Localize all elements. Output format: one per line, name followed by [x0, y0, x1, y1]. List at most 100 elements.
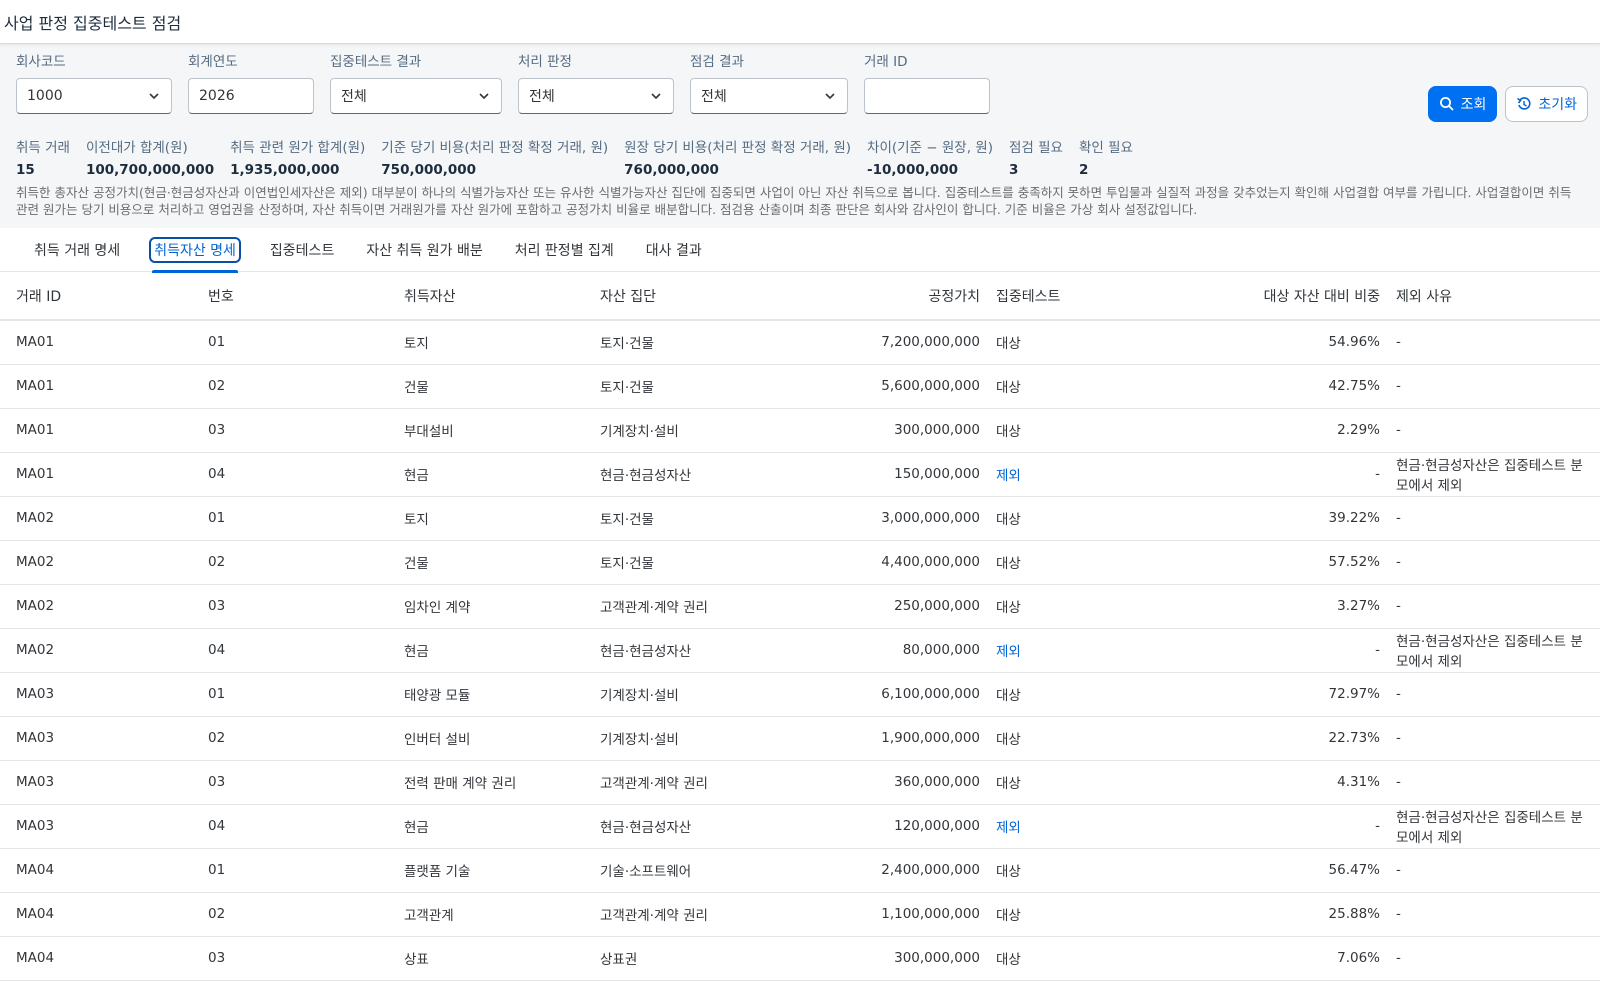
tab-cost-allocation[interactable]: 자산 취득 원가 배분 [366, 228, 482, 272]
table-cell: 고객관계·계약 권리 [592, 760, 788, 805]
table-row[interactable]: MA01 04 현금 현금·현금성자산 150,000,000 제외 - 현금·현금성자산은 … [0, 452, 1600, 497]
kpi-label: 차이(기준 − 원장, 원) [867, 140, 993, 156]
table-cell: 대상 [988, 716, 1188, 761]
table-cell: 03 [200, 584, 396, 629]
tab-treatment-summary[interactable]: 처리 판정별 집계 [515, 228, 614, 272]
table-cell: - [1388, 320, 1600, 365]
table-cell: MA04 [0, 892, 200, 937]
table-cell: 현금·현금성자산 [592, 628, 788, 673]
table-cell: 기계장치·설비 [592, 672, 788, 717]
table-cell: 태양광 모듈 [396, 672, 592, 717]
table-row[interactable]: MA02 01 토지 토지·건물 3,000,000,000 대상 39.22% - [0, 496, 1600, 541]
filter-treatment: 처리 판정 전체 [518, 52, 674, 128]
table-cell: - [1388, 760, 1600, 805]
action-buttons: 조회 초기화 [1427, 86, 1588, 122]
table-row[interactable]: MA01 03 부대설비 기계장치·설비 300,000,000 대상 2.29% - [0, 408, 1600, 453]
table-cell: 300,000,000 [788, 936, 988, 981]
table-row[interactable]: MA04 01 플랫폼 기술 기술·소프트웨어 2,400,000,000 대상 56.47… [0, 848, 1600, 893]
table-cell: MA03 [0, 672, 200, 717]
column-header[interactable]: 번호 [200, 272, 396, 321]
table-cell: 4,400,000,000 [788, 540, 988, 585]
fiscal-year-label: 회계연도 [188, 54, 238, 70]
column-header[interactable]: 제외 사유 [1388, 272, 1600, 321]
column-header[interactable]: 공정가치 [788, 272, 988, 321]
table-cell: - [1388, 672, 1600, 717]
table-row[interactable]: MA02 03 임차인 계약 고객관계·계약 권리 250,000,000 대상 3.27%… [0, 584, 1600, 629]
table-cell: 대상 [988, 496, 1188, 541]
conc-test-select[interactable]: 전체 [330, 78, 502, 114]
kpi-item: 취득 관련 원가 합계(원) 1,935,000,000 [230, 138, 365, 184]
table-cell: MA03 [0, 804, 200, 849]
table-cell: 02 [200, 892, 396, 937]
table-cell: 150,000,000 [788, 452, 988, 497]
tab-acquired-assets[interactable]: 취득자산 명세 [149, 228, 241, 273]
table-cell: 56.47% [1188, 848, 1388, 893]
table-row[interactable]: MA02 02 건물 토지·건물 4,400,000,000 대상 57.52% - [0, 540, 1600, 585]
table-row[interactable]: MA03 02 인버터 설비 기계장치·설비 1,900,000,000 대상 22.73%… [0, 716, 1600, 761]
table-cell: 7,200,000,000 [788, 320, 988, 365]
table-cell: 고객관계·계약 권리 [592, 584, 788, 629]
table-row[interactable]: MA01 01 토지 토지·건물 7,200,000,000 대상 54.96% - [0, 320, 1600, 365]
kpi-item: 점검 필요 3 [1009, 138, 1063, 184]
table-row[interactable]: MA01 02 건물 토지·건물 5,600,000,000 대상 42.75% - [0, 364, 1600, 409]
table-cell: 대상 [988, 320, 1188, 365]
table-cell: 25.88% [1188, 892, 1388, 937]
table-row[interactable]: MA03 03 전력 판매 계약 권리 고객관계·계약 권리 360,000,000 대상… [0, 760, 1600, 805]
table-cell: 대상 [988, 760, 1188, 805]
kpi-label: 취득 거래 [16, 140, 70, 156]
deal-id-input[interactable] [864, 78, 990, 114]
table-row[interactable]: MA03 04 현금 현금·현금성자산 120,000,000 제외 - 현금·현금성자산은 … [0, 804, 1600, 849]
column-header[interactable]: 자산 집단 [592, 272, 788, 321]
deal-id-label: 거래 ID [864, 54, 908, 70]
table-cell: 고객관계·계약 권리 [592, 892, 788, 937]
table-row[interactable]: MA02 04 현금 현금·현금성자산 80,000,000 제외 - 현금·현금성자산은 집… [0, 628, 1600, 673]
table-header-row: 거래 ID 번호 취득자산 자산 집단 공정가치 집중테스트 대상 자산 대비 비중 제외 사… [0, 272, 1600, 321]
table-cell: 대상 [988, 936, 1188, 981]
table-cell: 4.31% [1188, 760, 1388, 805]
table-cell: 1,900,000,000 [788, 716, 988, 761]
reset-button[interactable]: 초기화 [1505, 86, 1588, 122]
column-header[interactable]: 취득자산 [396, 272, 592, 321]
table-cell: 5,600,000,000 [788, 364, 988, 409]
fiscal-year-input[interactable]: 2026 [188, 78, 314, 114]
tab-label: 집중테스트 [269, 242, 335, 259]
treatment-label: 처리 판정 [518, 54, 572, 70]
kpi-value: 15 [16, 162, 35, 178]
table-cell: - [1188, 628, 1388, 673]
table-cell: 현금 [396, 452, 592, 497]
search-button[interactable]: 조회 [1427, 86, 1498, 122]
table-cell: MA04 [0, 848, 200, 893]
table-cell: 기계장치·설비 [592, 716, 788, 761]
kpi-value: 750,000,000 [381, 162, 477, 178]
table-cell: 현금·현금성자산은 집중테스트 분모에서 제외 [1388, 628, 1600, 673]
company-code-select[interactable]: 1000 [16, 78, 172, 114]
column-header[interactable]: 대상 자산 대비 비중 [1188, 272, 1388, 321]
table-cell: 부대설비 [396, 408, 592, 453]
acquired-assets-table: 거래 ID 번호 취득자산 자산 집단 공정가치 집중테스트 대상 자산 대비 비중 제외 사… [0, 272, 1600, 981]
table-cell: 02 [200, 364, 396, 409]
search-icon [1439, 97, 1454, 111]
column-header[interactable]: 거래 ID [0, 272, 200, 321]
column-header[interactable]: 집중테스트 [988, 272, 1188, 321]
table-row[interactable]: MA03 01 태양광 모듈 기계장치·설비 6,100,000,000 대상 72.97%… [0, 672, 1600, 717]
check-result-select[interactable]: 전체 [690, 78, 848, 114]
table-cell: 04 [200, 804, 396, 849]
table-cell: 현금·현금성자산은 집중테스트 분모에서 제외 [1388, 804, 1600, 849]
reset-button-label: 초기화 [1538, 97, 1577, 113]
table-cell: 현금 [396, 628, 592, 673]
tab-deal-list[interactable]: 취득 거래 명세 [34, 228, 120, 272]
table-cell: - [1388, 936, 1600, 981]
table-cell: - [1388, 496, 1600, 541]
table-cell: MA02 [0, 584, 200, 629]
table-cell: 상표권 [592, 936, 788, 981]
tab-concentration-test[interactable]: 집중테스트 [270, 228, 334, 272]
table-row[interactable]: MA04 03 상표 상표권 300,000,000 대상 7.06% - [0, 936, 1600, 981]
table-row[interactable]: MA04 02 고객관계 고객관계·계약 권리 1,100,000,000 대상 25.88… [0, 892, 1600, 937]
tab-reconciliation[interactable]: 대사 결과 [646, 228, 702, 272]
treatment-select[interactable]: 전체 [518, 78, 674, 114]
table-cell: 기계장치·설비 [592, 408, 788, 453]
table-cell: MA04 [0, 936, 200, 981]
kpi-value: 3 [1008, 162, 1019, 178]
tab-label: 취득자산 명세 [149, 236, 241, 263]
table-cell: 01 [200, 320, 396, 365]
